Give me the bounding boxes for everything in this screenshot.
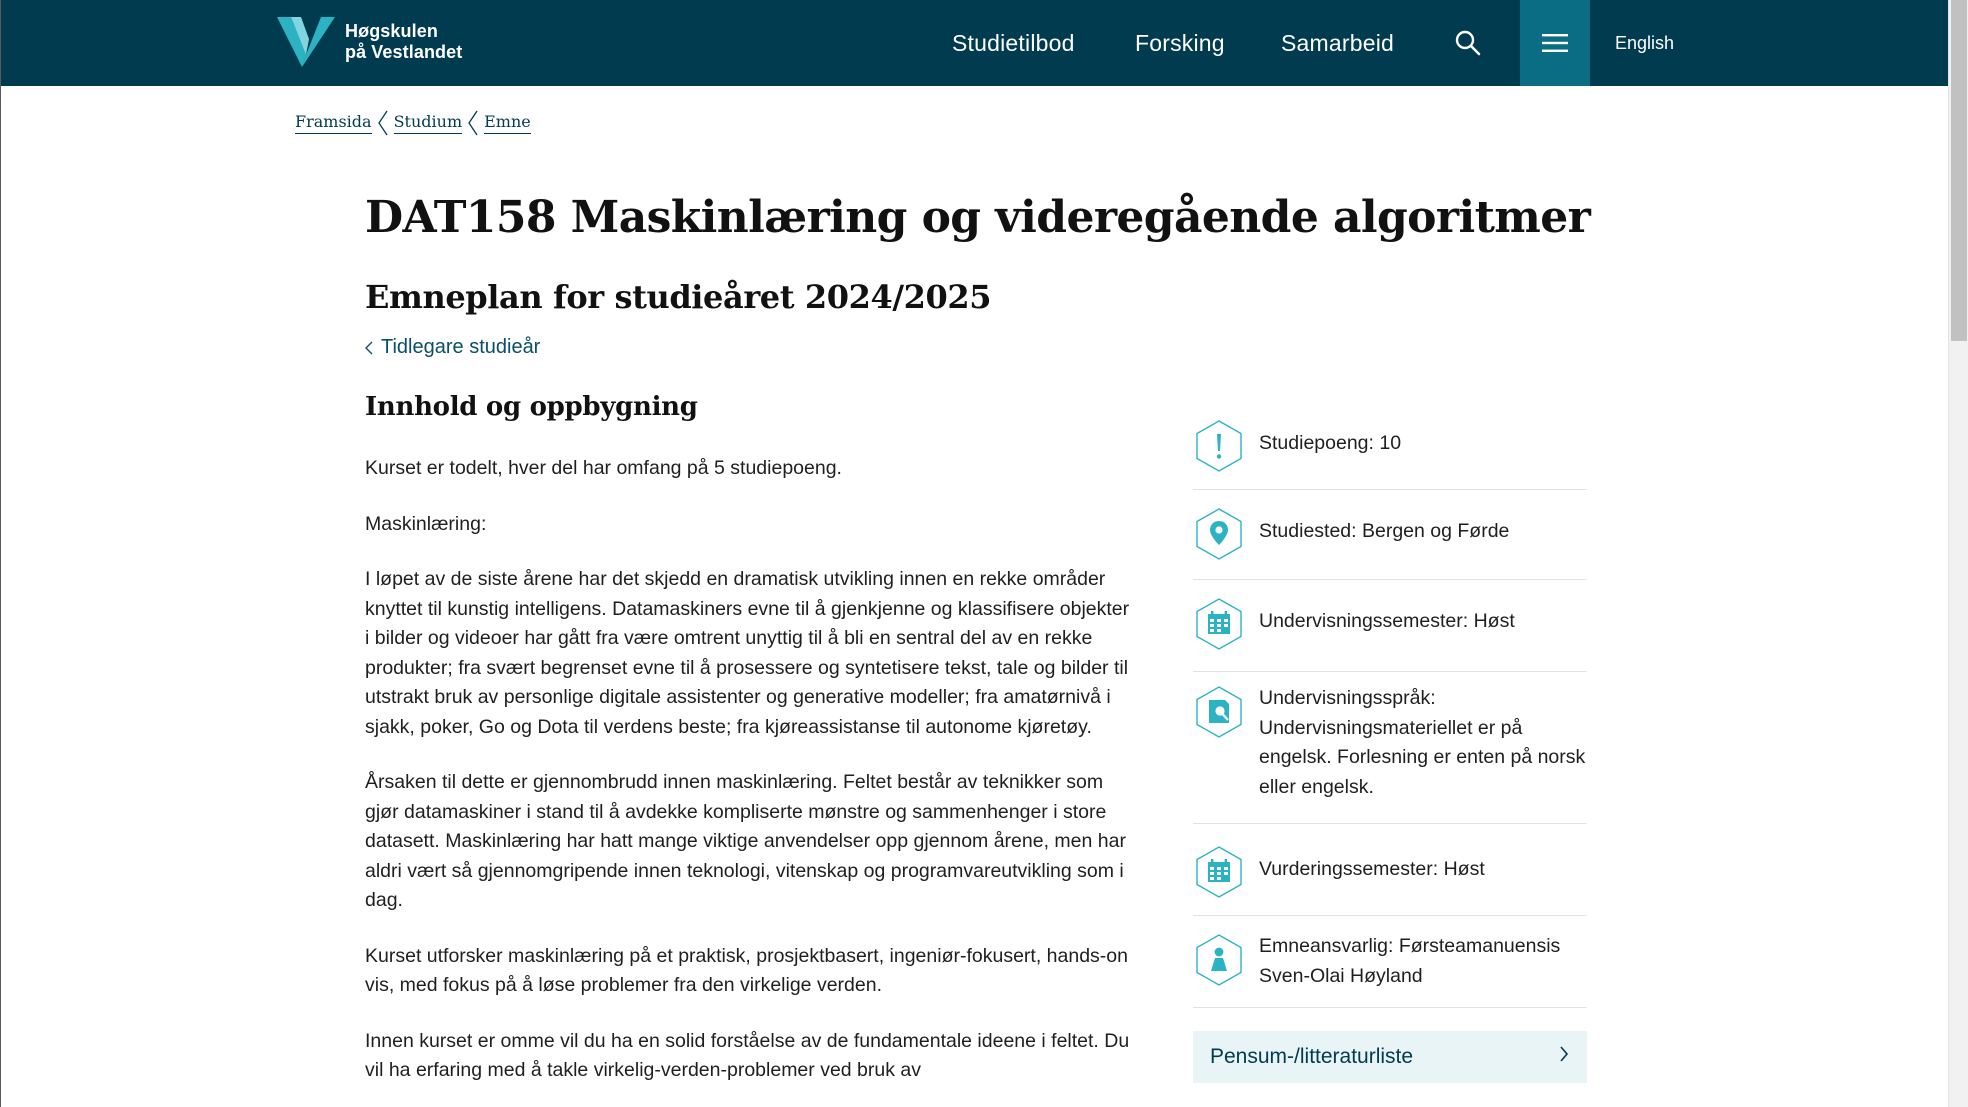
fact-text: Emneansvarlig: Førsteamanuensis Sven-Ola… <box>1259 935 1561 987</box>
breadcrumb-framsida[interactable]: Framsida <box>295 112 372 134</box>
content-paragraph: Innen kurset er omme vil du ha en solid … <box>365 1029 1130 1082</box>
content-paragraph: I løpet av de siste årene har det skjedd… <box>365 568 1130 738</box>
fact-text: Undervisningssemester: Høst <box>1259 610 1515 632</box>
language-hex-icon <box>1193 684 1245 740</box>
page-subtitle: Emneplan for studieåret 2024/2025 <box>365 278 992 316</box>
breadcrumb-chevron-icon <box>462 108 484 138</box>
exclamation-hex-icon <box>1193 418 1245 474</box>
content-paragraph: Kurset utforsker maskinlæring på et prak… <box>365 944 1128 997</box>
browser-frame: Høgskulen på Vestlandet Studietilbod For… <box>0 0 1968 1107</box>
fact-text: Vurderingssemester: Høst <box>1259 858 1485 880</box>
hamburger-menu-icon <box>1542 34 1568 52</box>
page-viewport: Høgskulen på Vestlandet Studietilbod For… <box>0 0 1948 1107</box>
fact-studiested: Studiested: Bergen og Førde <box>1193 490 1587 580</box>
fact-emneansvarlig: Emneansvarlig: Førsteamanuensis Sven-Ola… <box>1193 916 1587 1008</box>
fact-text: Studiested: Bergen og Førde <box>1259 520 1510 542</box>
fact-text: Undervisningsspråk: Undervisningsmaterie… <box>1259 687 1586 798</box>
pensum-list-link[interactable]: Pensum-/litteraturliste <box>1193 1031 1587 1083</box>
page-title: DAT158 Maskinlæring og videregående algo… <box>365 192 1591 243</box>
nav-samarbeid[interactable]: Samarbeid <box>1281 0 1394 86</box>
breadcrumb-chevron-icon <box>372 108 394 138</box>
language-switch-english[interactable]: English <box>1615 0 1674 86</box>
breadcrumb-emne[interactable]: Emne <box>484 112 531 134</box>
search-button[interactable] <box>1447 22 1489 64</box>
fact-undervisningssprak: Undervisningsspråk: Undervisningsmaterie… <box>1193 672 1587 824</box>
pensum-label: Pensum-/litteraturliste <box>1210 1045 1414 1068</box>
scrollbar-thumb[interactable] <box>1951 0 1967 341</box>
site-logo[interactable]: Høgskulen på Vestlandet <box>277 16 462 68</box>
fact-vurderingssemester: Vurderingssemester: Høst <box>1193 824 1587 916</box>
fact-text: Studiepoeng: 10 <box>1259 432 1402 454</box>
content-body: Kurset er todelt, hver del har omfang på… <box>365 454 1135 1107</box>
chevron-right-icon <box>1559 1045 1569 1069</box>
menu-button[interactable] <box>1520 0 1590 86</box>
fact-undervisningssemester: Undervisningssemester: Høst <box>1193 580 1587 672</box>
nav-forsking[interactable]: Forsking <box>1135 0 1225 86</box>
breadcrumb: Framsida Studium Emne <box>295 108 531 138</box>
calendar-hex-icon <box>1193 844 1245 900</box>
content-paragraph: Kurset er todelt, hver del har omfang på… <box>365 457 842 479</box>
hvl-logo-mark-icon <box>277 17 335 67</box>
course-facts-panel: Studiepoeng: 10 Studiested: Bergen og Fø… <box>1193 408 1587 1008</box>
logo-text: Høgskulen på Vestlandet <box>345 21 462 63</box>
vertical-scrollbar[interactable] <box>1948 0 1968 1107</box>
logo-line-2: på Vestlandet <box>345 42 463 62</box>
breadcrumb-studium[interactable]: Studium <box>393 112 463 134</box>
content-paragraph: Årsaken til dette er gjennombrudd innen … <box>365 771 1126 911</box>
chevron-left-icon <box>365 341 373 355</box>
logo-line-1: Høgskulen <box>345 21 438 41</box>
calendar-hex-icon <box>1193 596 1245 652</box>
previous-years-label: Tidlegare studieår <box>381 336 541 358</box>
nav-studietilbod[interactable]: Studietilbod <box>952 0 1075 86</box>
location-pin-hex-icon <box>1193 506 1245 562</box>
section-heading: Innhold og oppbygning <box>365 392 698 422</box>
content-paragraph: Maskinlæring: <box>365 512 487 535</box>
site-header: Høgskulen på Vestlandet Studietilbod For… <box>1 0 1948 86</box>
person-hex-icon <box>1193 932 1245 988</box>
previous-years-link[interactable]: Tidlegare studieår <box>365 336 540 359</box>
search-icon <box>1455 30 1481 56</box>
fact-studiepoeng: Studiepoeng: 10 <box>1193 408 1587 490</box>
